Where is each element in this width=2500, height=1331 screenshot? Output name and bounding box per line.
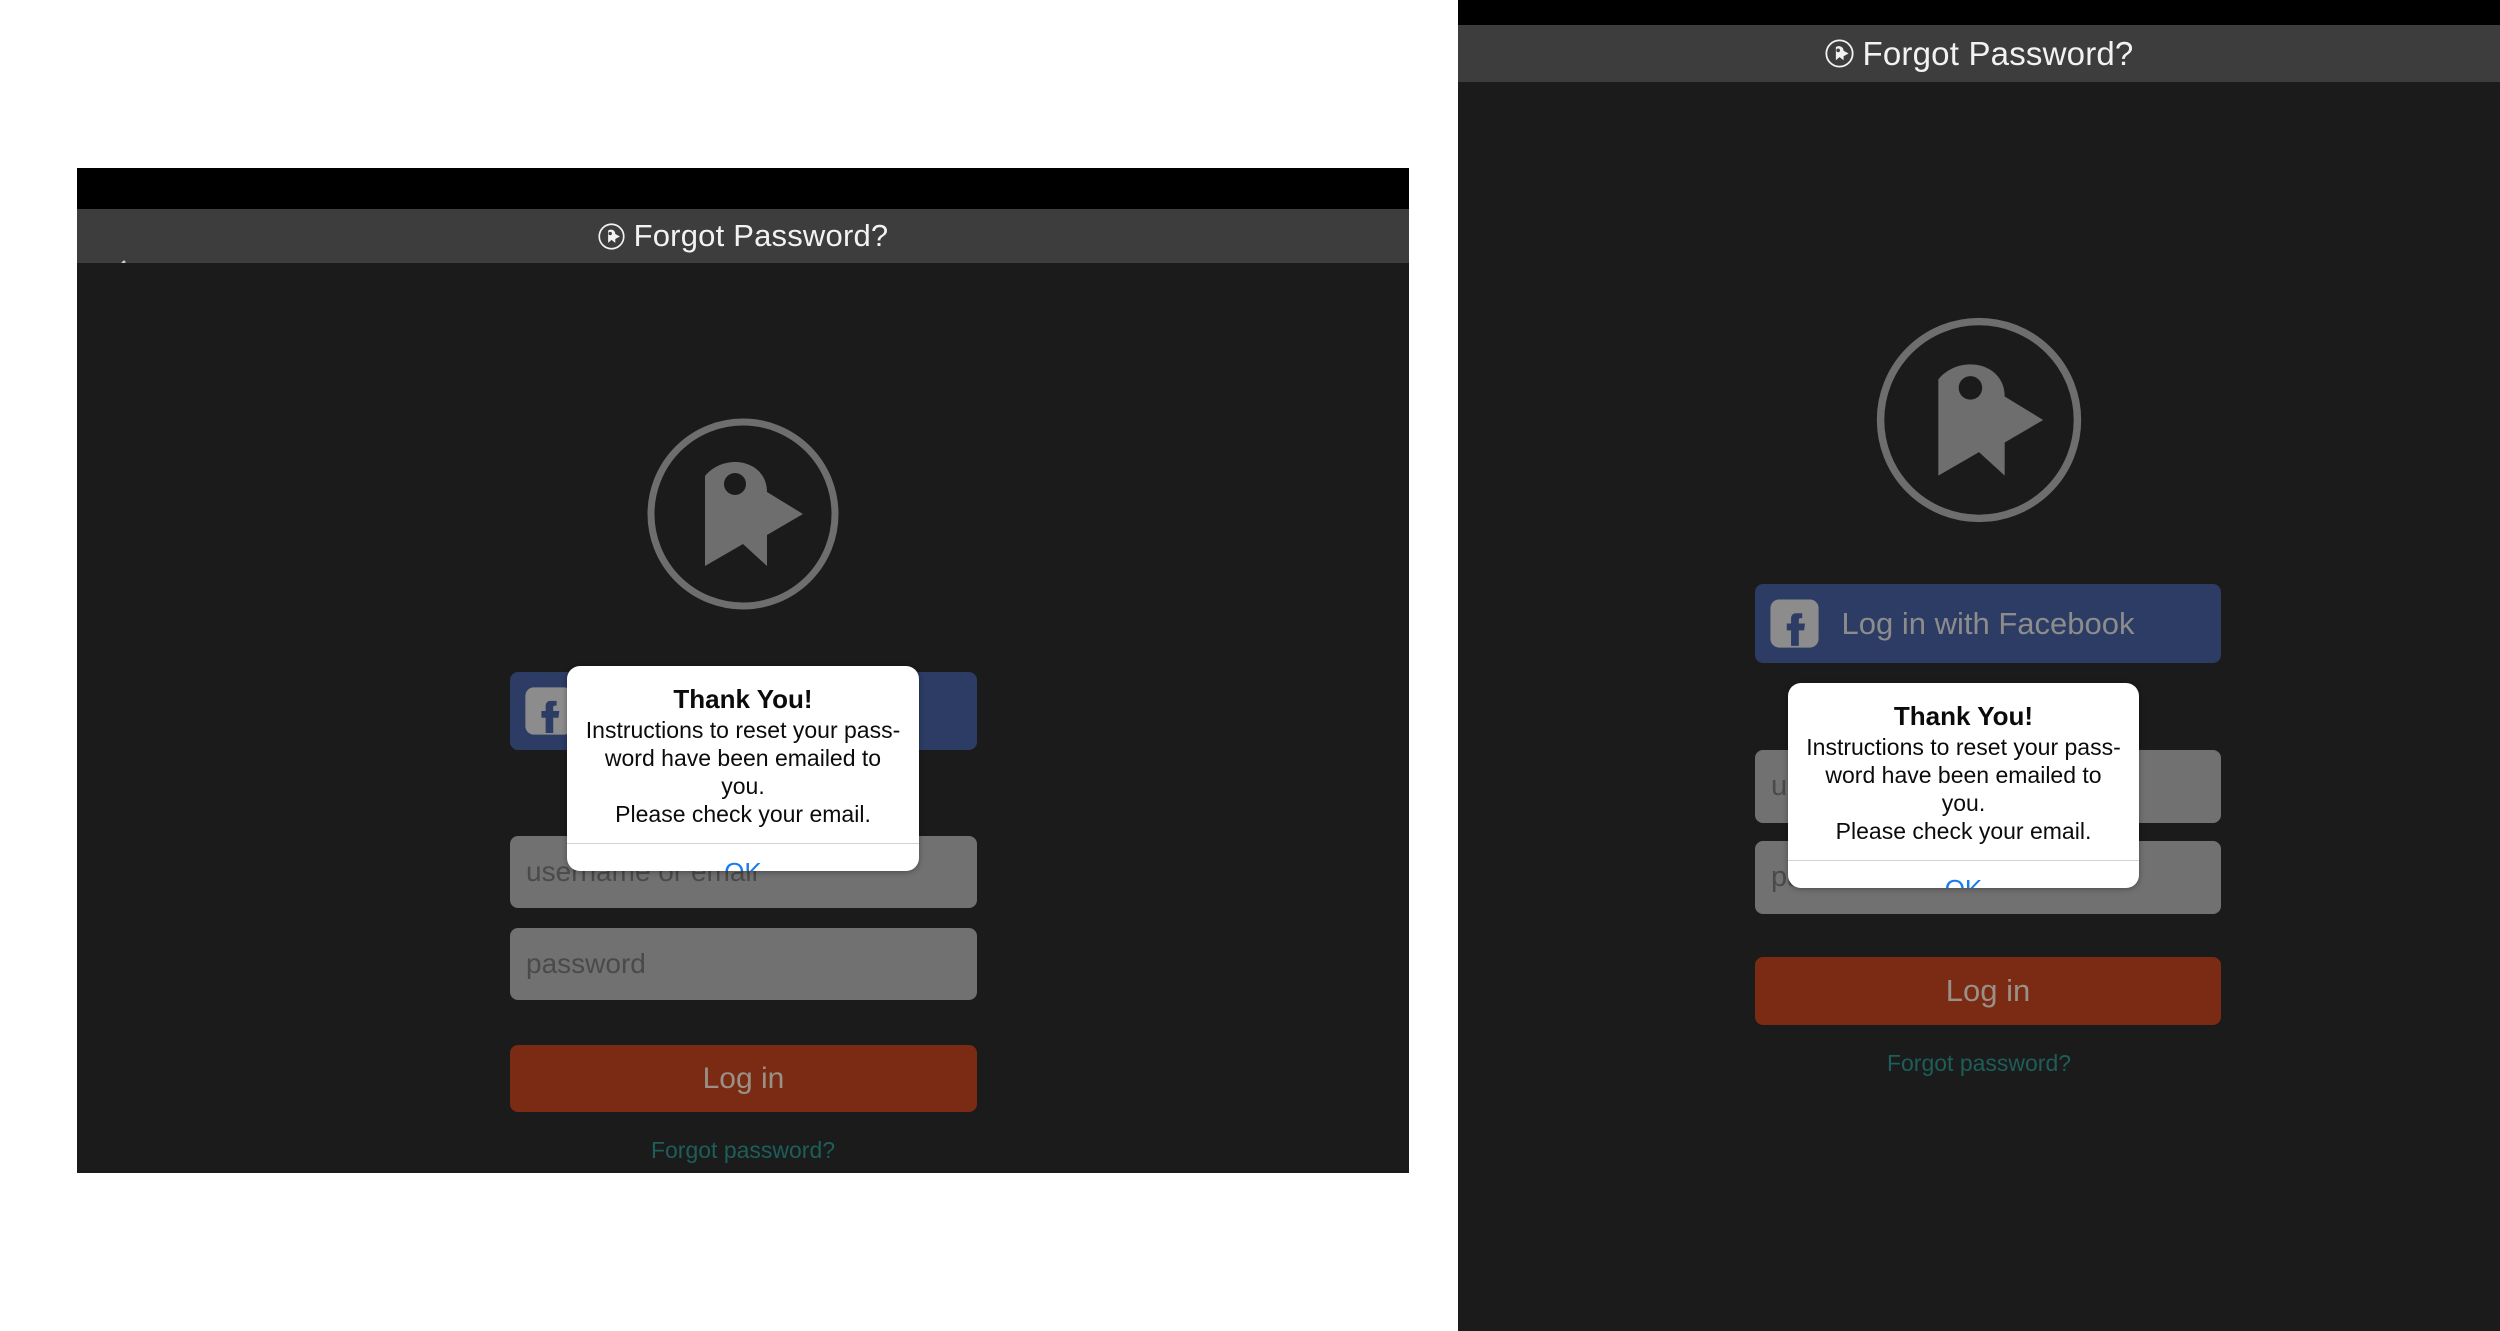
alert-message-line: Instructions to reset your pass- xyxy=(585,717,901,743)
alert-message-line: word have been emailed to you. xyxy=(1825,762,2102,816)
forgot-password-link[interactable]: Forgot password? xyxy=(1458,1050,2500,1077)
alert-message-line: word have been emailed to you. xyxy=(604,745,882,799)
phone-screen-left: Forgot Password? Log in with Facebook us… xyxy=(77,168,1409,1173)
navbar-title-group: Forgot Password? xyxy=(598,218,889,254)
login-button[interactable]: Log in xyxy=(510,1045,977,1112)
facebook-f-icon xyxy=(1767,596,1822,651)
facebook-login-button[interactable]: Log in with Facebook xyxy=(1755,584,2221,663)
password-placeholder: password xyxy=(526,948,646,979)
alert-message-line: Instructions to reset your pass- xyxy=(1806,734,2121,760)
thank-you-alert-dialog: Thank You! Instructions to reset your pa… xyxy=(1788,683,2139,888)
page-title: Forgot Password? xyxy=(1862,34,2134,72)
password-input[interactable]: password xyxy=(510,928,977,1000)
alert-message: Instructions to reset your pass- word ha… xyxy=(1804,733,2123,845)
alert-title: Thank You! xyxy=(673,684,813,714)
thank-you-alert-dialog: Thank You! Instructions to reset your pa… xyxy=(567,666,919,871)
login-button[interactable]: Log in xyxy=(1755,957,2221,1025)
phone-screen-right: Forgot Password? Log in with Facebook us… xyxy=(1458,0,2500,1331)
alert-body: Thank You! Instructions to reset your pa… xyxy=(1788,683,2139,860)
screen-content: Log in with Facebook username or email p… xyxy=(1458,82,2500,1331)
alert-body: Thank You! Instructions to reset your pa… xyxy=(567,666,919,843)
alert-title: Thank You! xyxy=(1893,701,2034,731)
parrot-circle-logo-icon xyxy=(1824,39,1854,68)
status-bar xyxy=(1458,0,2500,25)
facebook-login-label: Log in with Facebook xyxy=(1841,605,2135,641)
alert-message-line: Please check your email. xyxy=(1835,818,2092,844)
navbar-title-group: Forgot Password? xyxy=(1824,34,2134,73)
parrot-circle-logo-icon xyxy=(643,414,843,614)
alert-ok-button[interactable]: OK xyxy=(567,844,919,872)
parrot-circle-logo-icon xyxy=(598,222,625,250)
navigation-bar: Forgot Password? xyxy=(77,209,1409,300)
alert-message: Instructions to reset your pass- word ha… xyxy=(583,716,903,828)
forgot-password-link[interactable]: Forgot password? xyxy=(77,1137,1409,1164)
login-button-label: Log in xyxy=(1945,973,2031,1008)
alert-ok-button[interactable]: OK xyxy=(1788,861,2139,889)
screen-content: Log in with Facebook username or email p… xyxy=(77,263,1409,1173)
page-title: Forgot Password? xyxy=(633,218,889,253)
navigation-bar: Forgot Password? xyxy=(1458,25,2500,82)
alert-message-line: Please check your email. xyxy=(615,801,871,827)
parrot-circle-logo-icon xyxy=(1872,313,2086,527)
status-bar xyxy=(77,168,1409,209)
login-button-label: Log in xyxy=(702,1061,785,1095)
